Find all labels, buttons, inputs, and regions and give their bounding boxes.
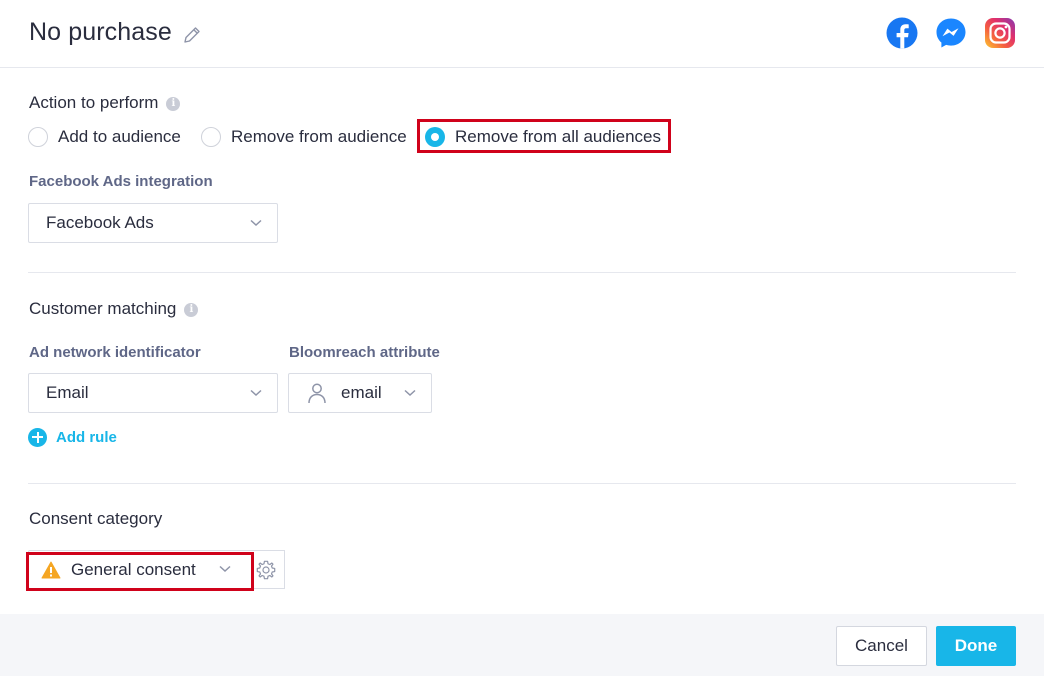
matching-section-title: Customer matching i — [29, 299, 199, 319]
radio-label: Remove from audience — [231, 127, 407, 146]
highlight-box — [417, 119, 671, 153]
matching-label: Customer matching — [29, 299, 177, 318]
plus-circle-icon — [28, 427, 47, 447]
attribute-label: Bloomreach attribute — [289, 344, 440, 361]
dialog-header: No purchase — [0, 0, 1044, 68]
facebook-icon[interactable] — [886, 17, 918, 49]
action-label: Action to perform — [29, 93, 159, 112]
chevron-down-icon — [250, 389, 262, 397]
identifier-value: Email — [46, 383, 89, 402]
gear-icon — [256, 560, 275, 579]
integration-label: Facebook Ads integration — [29, 173, 213, 190]
highlight-box — [26, 552, 254, 591]
cancel-button[interactable]: Cancel — [836, 626, 927, 666]
info-icon[interactable]: i — [166, 96, 181, 111]
instagram-icon[interactable] — [984, 17, 1016, 49]
radio-label: Add to audience — [58, 127, 181, 146]
attribute-select[interactable]: email — [288, 373, 432, 413]
action-section-title: Action to perform i — [29, 93, 181, 113]
divider — [28, 483, 1016, 484]
add-rule-label: Add rule — [56, 428, 117, 446]
consent-section-title: Consent category — [29, 509, 163, 528]
radio-circle[interactable] — [28, 127, 48, 147]
radio-remove-from-audience[interactable]: Remove from audience — [201, 124, 407, 150]
messenger-icon[interactable] — [935, 17, 967, 49]
chevron-down-icon — [404, 389, 416, 397]
divider — [28, 272, 1016, 273]
info-icon[interactable]: i — [184, 302, 199, 317]
radio-circle[interactable] — [201, 127, 221, 147]
pencil-icon[interactable] — [182, 25, 202, 45]
add-rule-button[interactable]: Add rule — [28, 427, 117, 447]
page-title: No purchase — [29, 18, 172, 46]
integration-value: Facebook Ads — [46, 213, 154, 232]
user-icon — [308, 383, 326, 404]
identifier-label: Ad network identificator — [29, 344, 201, 361]
radio-add-to-audience[interactable]: Add to audience — [28, 124, 181, 150]
identifier-select[interactable]: Email — [28, 373, 278, 413]
chevron-down-icon — [250, 219, 262, 227]
integration-select[interactable]: Facebook Ads — [28, 203, 278, 243]
done-button[interactable]: Done — [936, 626, 1016, 666]
attribute-value: email — [341, 383, 382, 402]
